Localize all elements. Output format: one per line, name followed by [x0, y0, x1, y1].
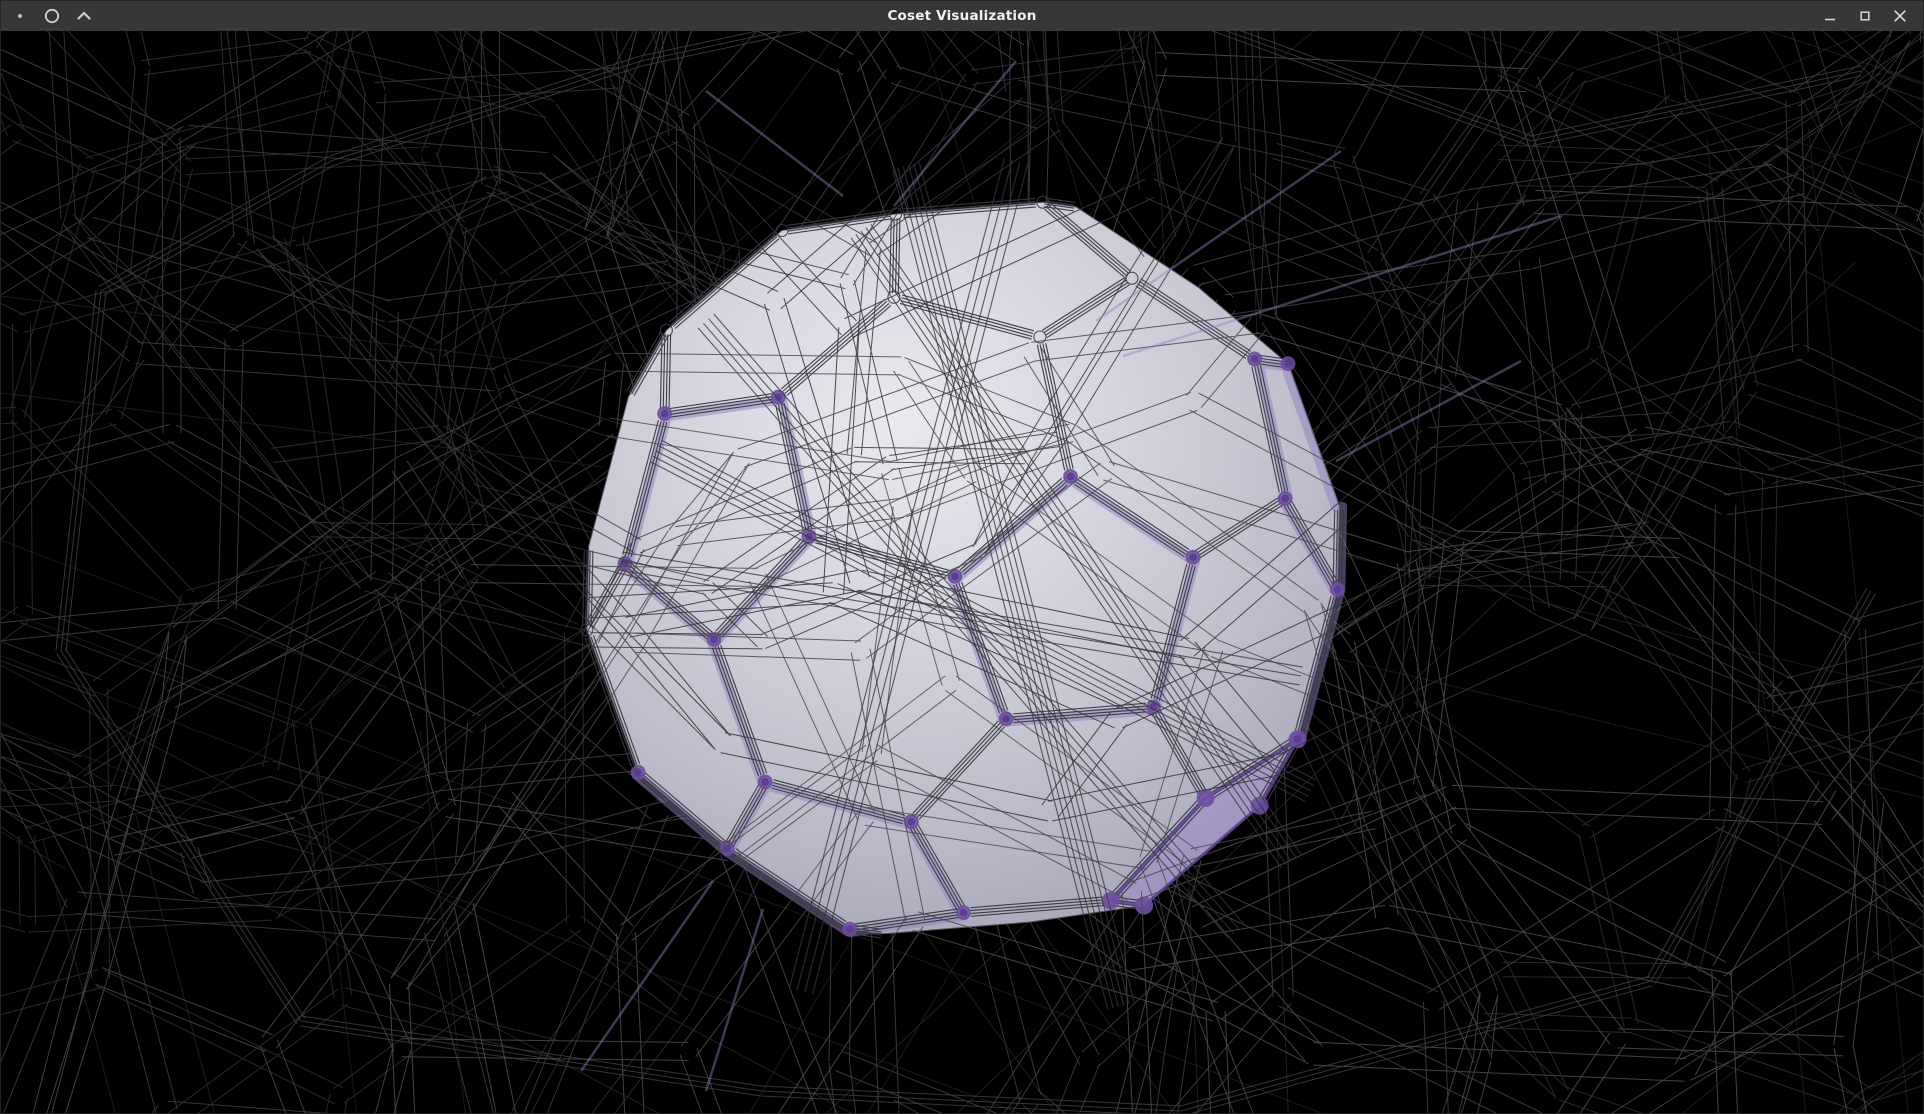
coset-3d-canvas[interactable]	[1, 31, 1924, 1114]
minimize-icon	[1822, 8, 1838, 24]
titlebar[interactable]: Coset Visualization	[1, 1, 1923, 31]
minimize-button[interactable]	[1817, 3, 1843, 29]
maximize-icon	[1857, 8, 1873, 24]
titlebar-left-icons	[1, 7, 93, 25]
app-window: Coset Visualization	[0, 0, 1924, 1114]
chevron-up-icon[interactable]	[75, 7, 93, 25]
record-circle-icon[interactable]	[43, 7, 61, 25]
status-dot-icon	[11, 7, 29, 25]
coset-ball	[581, 196, 1345, 938]
visualization-viewport[interactable]	[1, 31, 1924, 1114]
window-title: Coset Visualization	[1, 1, 1923, 31]
maximize-button[interactable]	[1852, 3, 1878, 29]
window-controls	[1817, 3, 1923, 29]
close-button[interactable]	[1887, 3, 1913, 29]
close-icon	[1892, 8, 1908, 24]
